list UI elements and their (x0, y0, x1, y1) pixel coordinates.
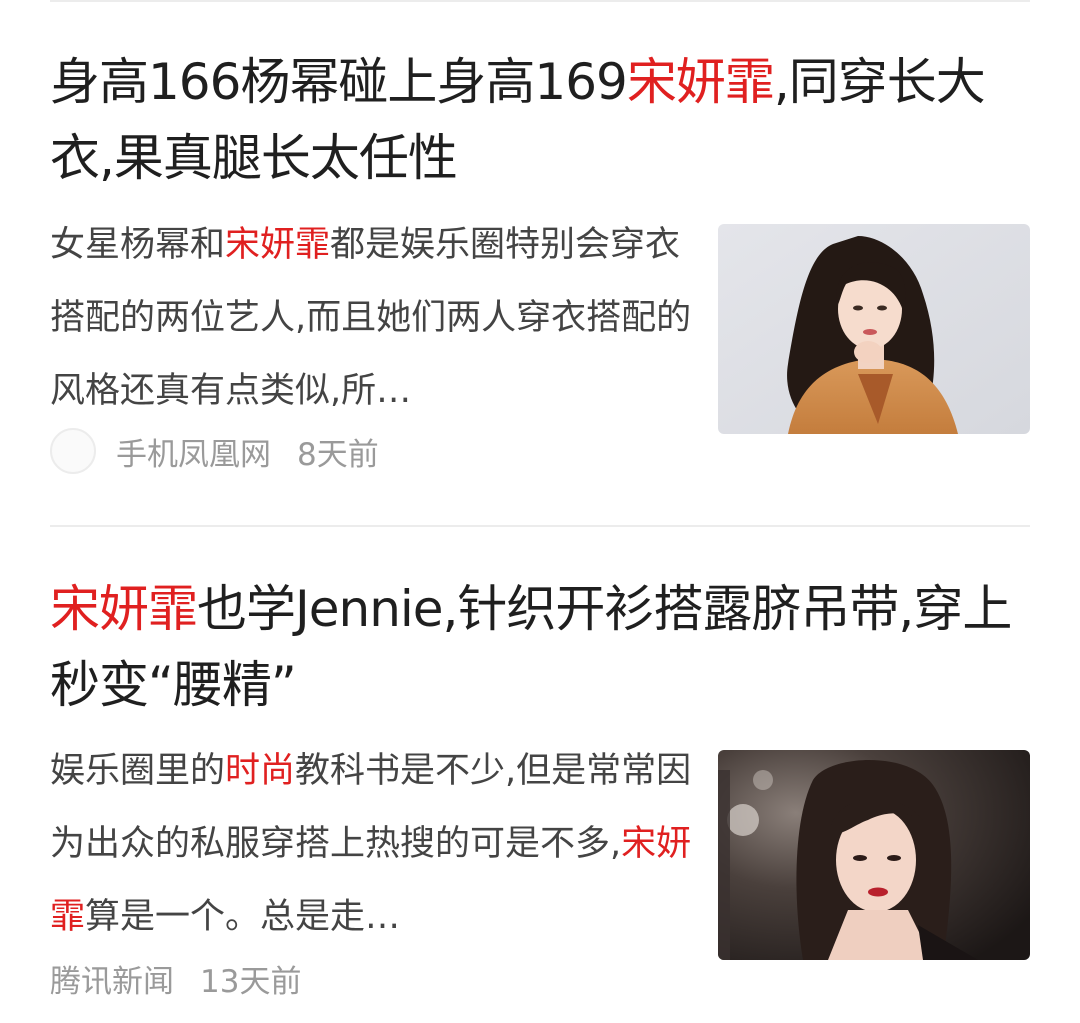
thumbnail-photo-woman-dark-background (718, 750, 1030, 960)
article-title[interactable]: 宋妍霏也学Jennie,针织开衫搭露脐吊带,穿上秒变“腰精” (50, 571, 1030, 723)
article-summary: 娱乐圈里的时尚教科书是不少,但是常常因为出众的私服穿搭上热搜的可是不多,宋妍霏算… (50, 735, 700, 954)
publish-time: 13天前 (200, 963, 302, 1000)
source-name: 腾讯新闻 (50, 963, 174, 1000)
title-highlight: 宋妍霏 (50, 580, 198, 638)
article-meta: 腾讯新闻 13天前 (50, 953, 301, 1003)
summary-text: 算是一个。总是走… (85, 897, 401, 937)
article-thumbnail[interactable] (718, 750, 1030, 960)
summary-text: 娱乐圈里的 (50, 751, 226, 791)
news-card[interactable]: 宋妍霏也学Jennie,针织开衫搭露脐吊带,穿上秒变“腰精” 娱乐圈里的时尚教科… (0, 0, 1080, 1023)
summary-highlight: 时尚 (225, 751, 296, 791)
